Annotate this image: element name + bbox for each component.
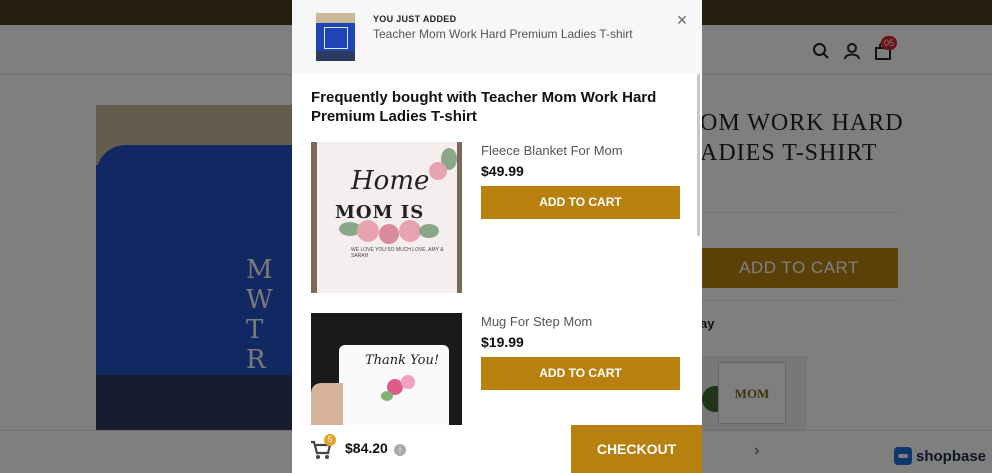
item-name[interactable]: Mug For Step Mom bbox=[481, 314, 592, 329]
add-to-cart-button[interactable]: ADD TO CART bbox=[481, 186, 680, 219]
item-price: $49.99 bbox=[481, 163, 524, 179]
scrollbar[interactable] bbox=[697, 74, 700, 236]
modal-footer: 5 $84.20 i CHECKOUT bbox=[292, 425, 702, 473]
info-icon[interactable]: i bbox=[394, 444, 406, 456]
item-name[interactable]: Fleece Blanket For Mom bbox=[481, 143, 623, 158]
close-icon[interactable]: × bbox=[674, 11, 690, 29]
item-price: $19.99 bbox=[481, 334, 524, 350]
cart-count-badge: 5 bbox=[324, 434, 336, 446]
checkout-button[interactable]: CHECKOUT bbox=[571, 425, 702, 473]
section-title: Frequently bought with Teacher Mom Work … bbox=[311, 89, 657, 125]
added-product-thumb bbox=[316, 13, 355, 61]
added-to-cart-modal: YOU JUST ADDED Teacher Mom Work Hard Pre… bbox=[292, 0, 702, 473]
fleece-blanket-image[interactable]: Home MOM IS WE LOVE YOU SO MUCH LOVE, AM… bbox=[311, 142, 462, 293]
modal-header: YOU JUST ADDED Teacher Mom Work Hard Pre… bbox=[292, 0, 702, 74]
added-product-name: Teacher Mom Work Hard Premium Ladies T-s… bbox=[373, 27, 633, 41]
cart-total: $84.20 bbox=[345, 440, 388, 456]
added-label: YOU JUST ADDED bbox=[373, 14, 457, 24]
add-to-cart-button[interactable]: ADD TO CART bbox=[481, 357, 680, 390]
